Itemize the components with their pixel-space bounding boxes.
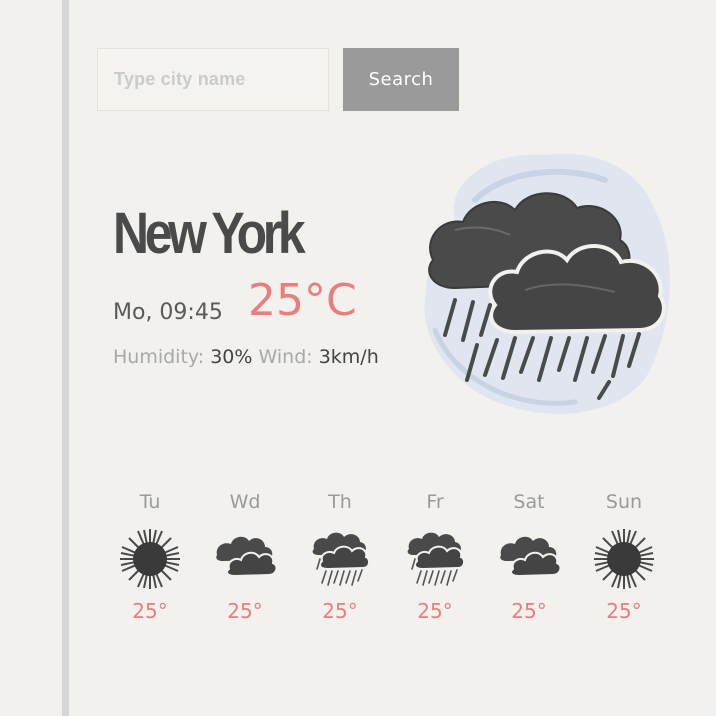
- rain-cloud-icon: [407, 532, 466, 586]
- weather-app: Search New York Mo, 09:45 25°C Humidity:…: [0, 0, 716, 716]
- forecast-temp: 25°: [227, 599, 263, 623]
- forecast-day-name: Wd: [229, 491, 261, 513]
- humidity-label: Humidity:: [113, 346, 205, 368]
- wind-label: Wind:: [258, 346, 313, 368]
- weather-details: Humidity: 30% Wind: 3km/h: [113, 348, 379, 367]
- cloud-icon: [500, 536, 561, 578]
- sun-icon: [594, 529, 654, 589]
- forecast-day: Tu 25°: [105, 493, 195, 621]
- humidity-value: 30%: [210, 346, 253, 368]
- forecast-day: Fr 25°: [390, 493, 480, 621]
- rain-cloud-icon: [312, 532, 371, 586]
- forecast-day-name: Sun: [605, 491, 643, 513]
- forecast-temp: 25°: [606, 599, 642, 623]
- forecast-day: Wd 25°: [200, 493, 290, 621]
- forecast-day-name: Th: [328, 491, 352, 513]
- forecast-temp: 25°: [322, 599, 358, 623]
- forecast-day-name: Tu: [139, 491, 161, 513]
- forecast-day: Th 25°: [295, 493, 385, 621]
- forecast-day-name: Fr: [426, 491, 444, 513]
- sun-icon: [120, 529, 180, 589]
- forecast-row: Tu 25° Wd 25° Th 25° Fr 25° Sat 25° Sun …: [103, 493, 673, 633]
- forecast-temp: 25°: [511, 599, 547, 623]
- city-name: New York: [113, 201, 306, 266]
- forecast-day: Sat 25°: [484, 493, 574, 621]
- forecast-temp: 25°: [417, 599, 453, 623]
- current-temperature: 25°C: [248, 275, 357, 326]
- forecast-day: Sun 25°: [579, 493, 669, 621]
- rain-cloud-icon: [424, 153, 670, 414]
- left-divider: [62, 0, 69, 716]
- cloud-icon: [216, 536, 277, 578]
- city-search-input[interactable]: [97, 48, 329, 111]
- forecast-day-name: Sat: [513, 491, 545, 513]
- current-datetime: Mo, 09:45: [113, 300, 223, 325]
- forecast-temp: 25°: [132, 599, 168, 623]
- wind-value: 3km/h: [318, 346, 379, 368]
- search-button[interactable]: Search: [343, 48, 459, 111]
